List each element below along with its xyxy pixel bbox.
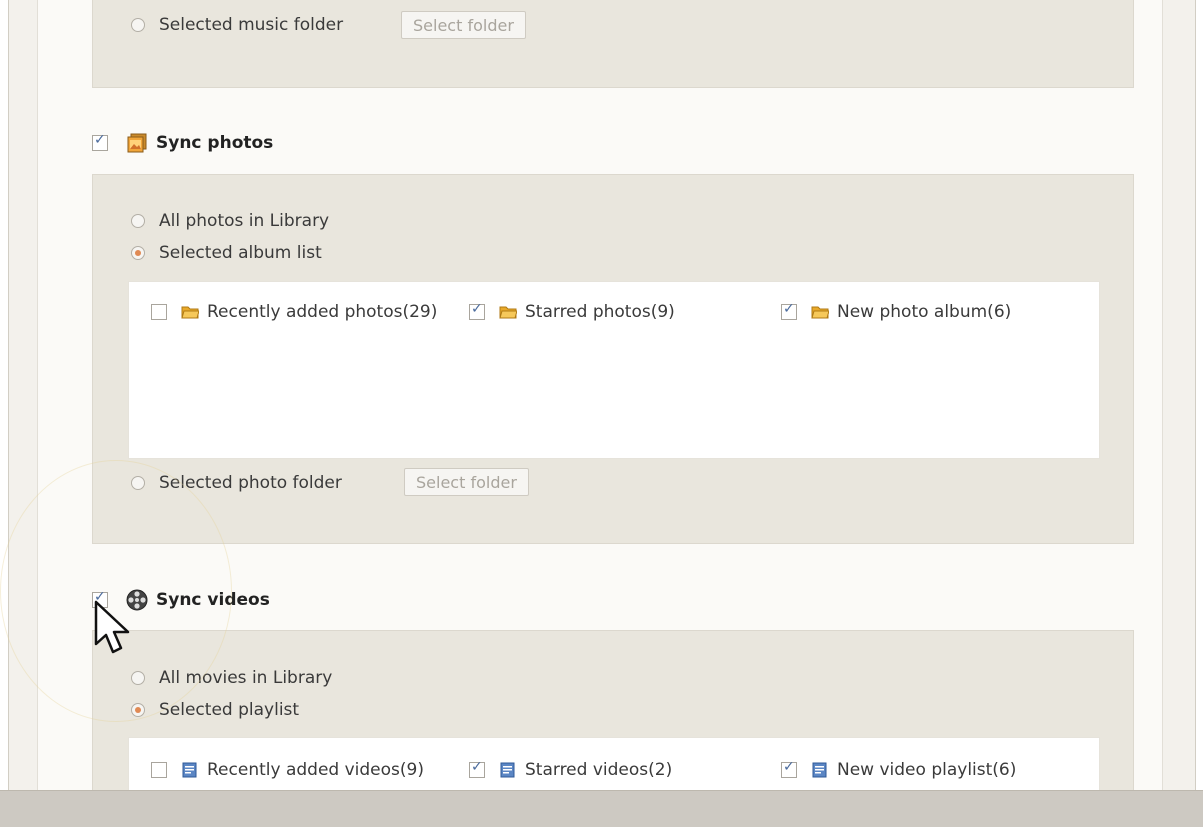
sync-photos-title: Sync photos bbox=[156, 133, 274, 153]
playlist-label: New video playlist(6) bbox=[837, 760, 1017, 780]
album-list-radio[interactable] bbox=[131, 246, 145, 260]
playlist-checkbox[interactable] bbox=[151, 762, 167, 778]
album-checkbox[interactable] bbox=[151, 304, 167, 320]
all-photos-radio-row[interactable]: All photos in Library bbox=[131, 211, 329, 231]
photo-stack-icon bbox=[127, 133, 147, 153]
mouse-pointer-icon bbox=[94, 600, 130, 654]
album-label: Starred photos(9) bbox=[525, 302, 675, 322]
album-item[interactable]: New photo album(6) bbox=[781, 301, 1012, 322]
sync-photos-header: Sync photos bbox=[92, 132, 273, 154]
photos-options-panel: All photos in Library Selected album lis… bbox=[92, 174, 1134, 544]
music-options-panel: Selected music folder Select folder bbox=[92, 0, 1134, 88]
music-folder-label: Selected music folder bbox=[159, 15, 344, 35]
folder-icon bbox=[181, 306, 199, 319]
playlist-label: Recently added videos(9) bbox=[207, 760, 424, 780]
playlist-label: Starred videos(2) bbox=[525, 760, 673, 780]
album-checkbox[interactable] bbox=[781, 301, 797, 320]
album-item[interactable]: Starred photos(9) bbox=[469, 301, 675, 322]
music-folder-radio[interactable] bbox=[131, 18, 145, 32]
playlist-label: Selected playlist bbox=[159, 700, 300, 720]
bottom-status-bar bbox=[0, 790, 1203, 827]
folder-icon bbox=[499, 306, 517, 319]
album-checkbox[interactable] bbox=[469, 301, 485, 320]
all-photos-label: All photos in Library bbox=[159, 211, 330, 231]
videos-options-panel: All movies in Library Selected playlist … bbox=[92, 630, 1134, 790]
album-item[interactable]: Recently added photos(29) bbox=[151, 302, 437, 322]
album-list-label: Selected album list bbox=[159, 243, 322, 263]
sync-photos-checkbox[interactable] bbox=[92, 132, 108, 151]
music-folder-radio-row[interactable]: Selected music folder bbox=[131, 15, 343, 35]
playlist-item[interactable]: New video playlist(6) bbox=[781, 759, 1017, 780]
playlist-item[interactable]: Recently added videos(9) bbox=[151, 760, 424, 780]
playlist-box: Recently added videos(9) Starred videos(… bbox=[128, 737, 1100, 790]
album-label: Recently added photos(29) bbox=[207, 302, 438, 322]
playlist-checkbox[interactable] bbox=[781, 759, 797, 778]
playlist-item[interactable]: Starred videos(2) bbox=[469, 759, 673, 780]
album-list-box: Recently added photos(29) Starred photos… bbox=[128, 281, 1100, 459]
photo-select-folder-button[interactable]: Select folder bbox=[404, 468, 529, 496]
playlist-icon bbox=[182, 762, 197, 778]
album-label: New photo album(6) bbox=[837, 302, 1012, 322]
folder-icon bbox=[811, 306, 829, 319]
playlist-icon bbox=[500, 762, 515, 778]
click-highlight-ring bbox=[0, 460, 232, 722]
album-list-radio-row[interactable]: Selected album list bbox=[131, 243, 322, 263]
playlist-checkbox[interactable] bbox=[469, 759, 485, 778]
playlist-icon bbox=[812, 762, 827, 778]
all-photos-radio[interactable] bbox=[131, 214, 145, 228]
music-select-folder-button[interactable]: Select folder bbox=[401, 11, 526, 39]
